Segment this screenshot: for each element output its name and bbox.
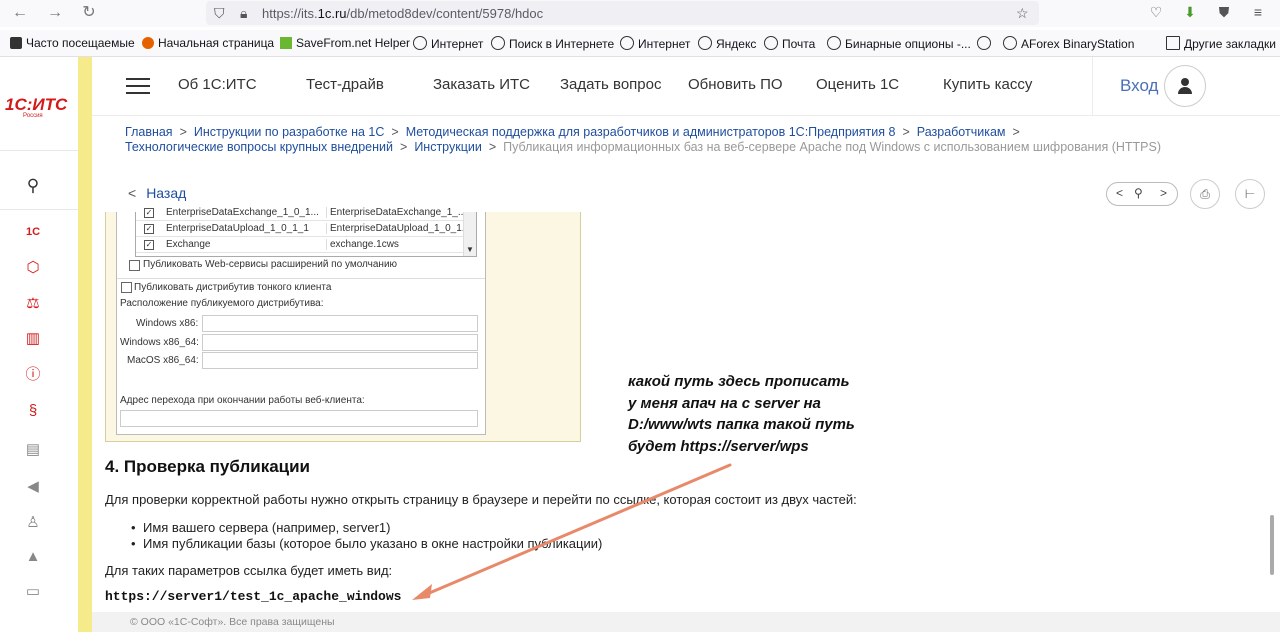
annotation-arrow	[412, 463, 732, 600]
page-footer: © ООО «1С-Софт». Все права защищены	[92, 612, 1280, 632]
scrollbar-thumb[interactable]	[1270, 515, 1274, 575]
copyright: © ООО «1С-Софт». Все права защищены	[130, 616, 335, 628]
